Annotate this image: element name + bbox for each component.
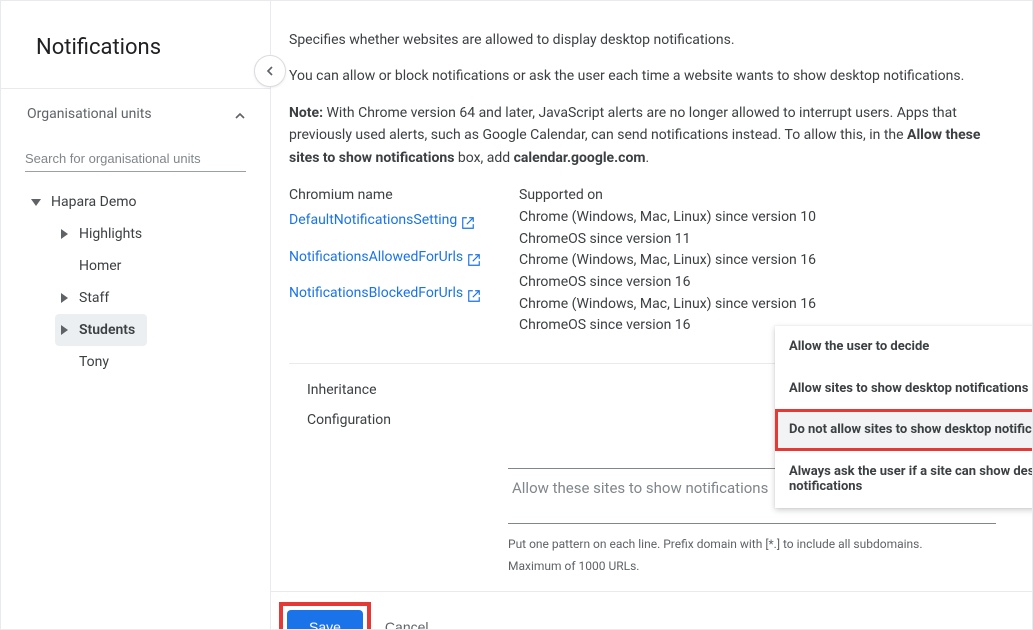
org-units-tree: Hapara Demo Highlights Homer Staff [1,178,270,378]
tree-item-root[interactable]: Hapara Demo [15,186,260,218]
chromium-link[interactable]: NotificationsBlockedForUrls [289,280,481,307]
supported-line: Chrome (Windows, Mac, Linux) since versi… [519,207,816,229]
chromium-link[interactable]: NotificationsAllowedForUrls [289,244,481,271]
supported-line: ChromeOS since version 16 [519,272,816,294]
cancel-button[interactable]: Cancel [385,619,429,629]
caret-right-icon [55,321,73,339]
note-text: box, add [454,150,513,166]
note-label: Note: [289,105,323,121]
paragraph: You can allow or block notifications or … [289,65,996,87]
helper-text: Put one pattern on each line. Prefix dom… [508,534,996,556]
tree-item-students[interactable]: Students [55,314,147,346]
supported-line: ChromeOS since version 11 [519,229,816,251]
note-paragraph: Note: With Chrome version 64 and later, … [289,102,996,169]
tree-item-staff[interactable]: Staff [15,282,260,314]
org-units-header-label: Organisational units [27,106,152,122]
description-block: Specifies whether websites are allowed t… [289,29,996,169]
link-text: NotificationsAllowedForUrls [289,244,463,271]
save-highlight: Save [283,606,367,629]
tree-item-tony[interactable]: Tony [15,346,260,378]
inheritance-label: Inheritance [307,382,519,398]
paragraph: Specifies whether websites are allowed t… [289,29,996,51]
dropdown-item-do-not-allow[interactable]: Do not allow sites to show desktop notif… [775,409,1032,451]
link-text: DefaultNotificationsSetting [289,207,457,234]
save-button[interactable]: Save [287,610,363,629]
search-input[interactable] [25,147,246,172]
tree-item-label: Highlights [73,226,148,242]
note-text: . [645,150,649,166]
supported-line: Chrome (Windows, Mac, Linux) since versi… [519,294,816,316]
note-bold: calendar.google.com [514,150,646,166]
dropdown-item-always-ask[interactable]: Always ask the user if a site can show d… [775,451,1032,508]
configuration-dropdown[interactable]: Allow the user to decide Allow sites to … [775,326,1032,508]
sidebar: Notifications Organisational units Hapar… [1,1,271,629]
supported-line: ChromeOS since version 16 [519,315,816,337]
tree-item-label: Hapara Demo [45,194,143,210]
caret-down-icon [27,193,45,211]
configuration-label: Configuration [307,412,508,428]
tree-item-label: Students [73,322,141,338]
org-units-header[interactable]: Organisational units [1,89,270,139]
tree-item-label: Staff [73,290,115,306]
tree-item-label: Tony [73,354,115,370]
link-text: NotificationsBlockedForUrls [289,280,463,307]
footer: Save Cancel [271,591,1032,629]
supported-line: Chrome (Windows, Mac, Linux) since versi… [519,250,816,272]
supported-on-heading: Supported on [519,187,816,203]
dropdown-item-allow-sites[interactable]: Allow sites to show desktop notification… [775,368,1032,410]
helper-text: Maximum of 1000 URLs. [508,556,996,578]
meta-block: Chromium name DefaultNotificationsSettin… [289,187,996,337]
caret-right-icon [55,225,73,243]
chromium-link[interactable]: DefaultNotificationsSetting [289,207,475,234]
external-link-icon [467,286,481,300]
note-text: With Chrome version 64 and later, JavaSc… [289,105,957,143]
dropdown-item-allow-decide[interactable]: Allow the user to decide [775,326,1032,368]
chevron-up-icon [232,108,244,120]
tree-item-label: Homer [73,258,127,274]
caret-right-icon [55,289,73,307]
chromium-name-heading: Chromium name [289,187,519,203]
collapse-sidebar-button[interactable] [254,55,286,87]
page-title: Notifications [1,1,270,88]
external-link-icon [461,213,475,227]
tree-item-highlights[interactable]: Highlights [15,218,260,250]
external-link-icon [467,250,481,264]
tree-item-homer[interactable]: Homer [15,250,260,282]
main-content: Specifies whether websites are allowed t… [271,1,1032,629]
